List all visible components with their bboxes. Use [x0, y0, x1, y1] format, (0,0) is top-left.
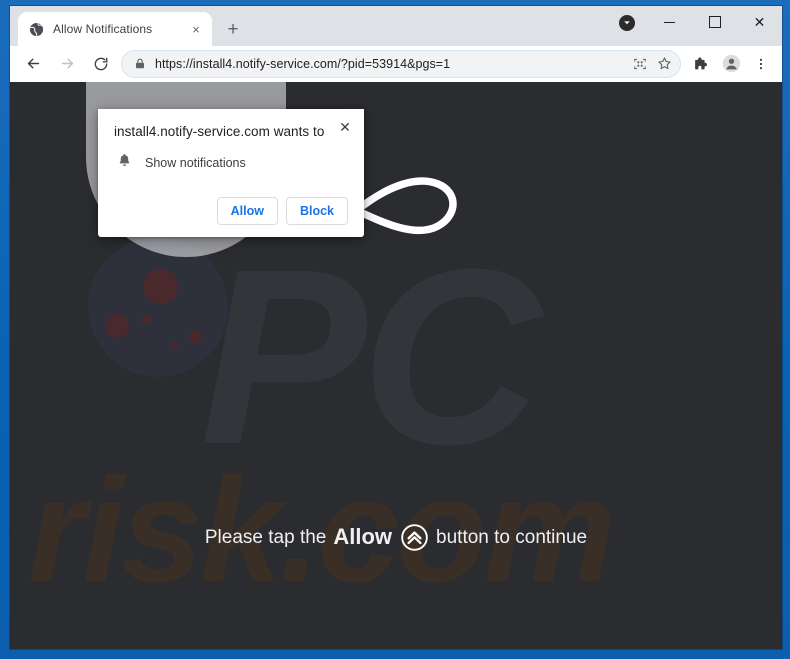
block-button[interactable]: Block — [285, 197, 348, 225]
prompt-allow-word: Allow — [333, 524, 393, 549]
star-icon[interactable] — [652, 52, 676, 76]
browser-toolbar: https://install4.notify-service.com/?pid… — [10, 46, 782, 82]
prompt-text: Please tap the Allow button to continue — [10, 522, 782, 552]
double-chevron-up-circle-icon — [399, 522, 429, 552]
profile-avatar-icon[interactable] — [717, 50, 745, 78]
tab-strip: Allow Notifications × + ✕ — [10, 6, 782, 46]
close-window-button[interactable]: ✕ — [737, 6, 782, 38]
prompt-inner: Please tap the Allow button to continue — [205, 522, 587, 552]
puzzle-icon[interactable] — [687, 50, 715, 78]
url-text[interactable]: https://install4.notify-service.com/?pid… — [155, 57, 628, 71]
tab-search-icon[interactable] — [607, 6, 647, 40]
decorative-dot — [141, 314, 151, 324]
address-bar[interactable]: https://install4.notify-service.com/?pid… — [122, 50, 680, 77]
page-content: PC risk.com Please tap the Allow button … — [10, 82, 782, 649]
close-icon[interactable]: ✕ — [335, 117, 355, 137]
dialog-actions: Allow Block — [114, 197, 348, 225]
decorative-dot — [171, 342, 178, 349]
decorative-dot — [189, 330, 202, 343]
permission-row: Show notifications — [114, 152, 348, 173]
close-icon[interactable]: × — [188, 21, 204, 37]
browser-tab[interactable]: Allow Notifications × — [18, 12, 212, 46]
notification-permission-dialog: ✕ install4.notify-service.com wants to S… — [98, 109, 364, 237]
forward-arrow-icon — [53, 50, 81, 78]
dialog-title: install4.notify-service.com wants to — [114, 124, 325, 139]
decorative-dot — [143, 269, 178, 304]
lock-icon[interactable] — [131, 55, 149, 73]
decorative-dot — [105, 314, 129, 338]
allow-button[interactable]: Allow — [216, 197, 278, 225]
three-dot-menu-icon[interactable] — [747, 50, 775, 78]
prompt-suffix: button to continue — [436, 526, 588, 548]
decorative-circle — [88, 237, 228, 377]
minimize-button[interactable] — [647, 6, 692, 38]
browser-window: Allow Notifications × + ✕ https://instal… — [10, 6, 782, 649]
new-tab-button[interactable]: + — [219, 15, 247, 43]
prompt-prefix: Please tap the — [204, 526, 327, 548]
tab-search-dot — [619, 15, 635, 31]
globe-icon — [28, 21, 44, 37]
permission-label: Show notifications — [145, 155, 246, 170]
maximize-button[interactable] — [692, 6, 737, 38]
window-frame: Allow Notifications × + ✕ https://instal… — [0, 0, 790, 659]
watermark-pc: PC — [200, 217, 541, 496]
reload-icon[interactable] — [87, 50, 115, 78]
chevron-down-icon — [624, 21, 630, 25]
bell-icon — [117, 152, 132, 173]
window-controls: ✕ — [607, 6, 782, 46]
tab-title: Allow Notifications — [53, 22, 153, 36]
qr-code-icon[interactable] — [628, 52, 652, 76]
back-arrow-icon[interactable] — [19, 50, 47, 78]
